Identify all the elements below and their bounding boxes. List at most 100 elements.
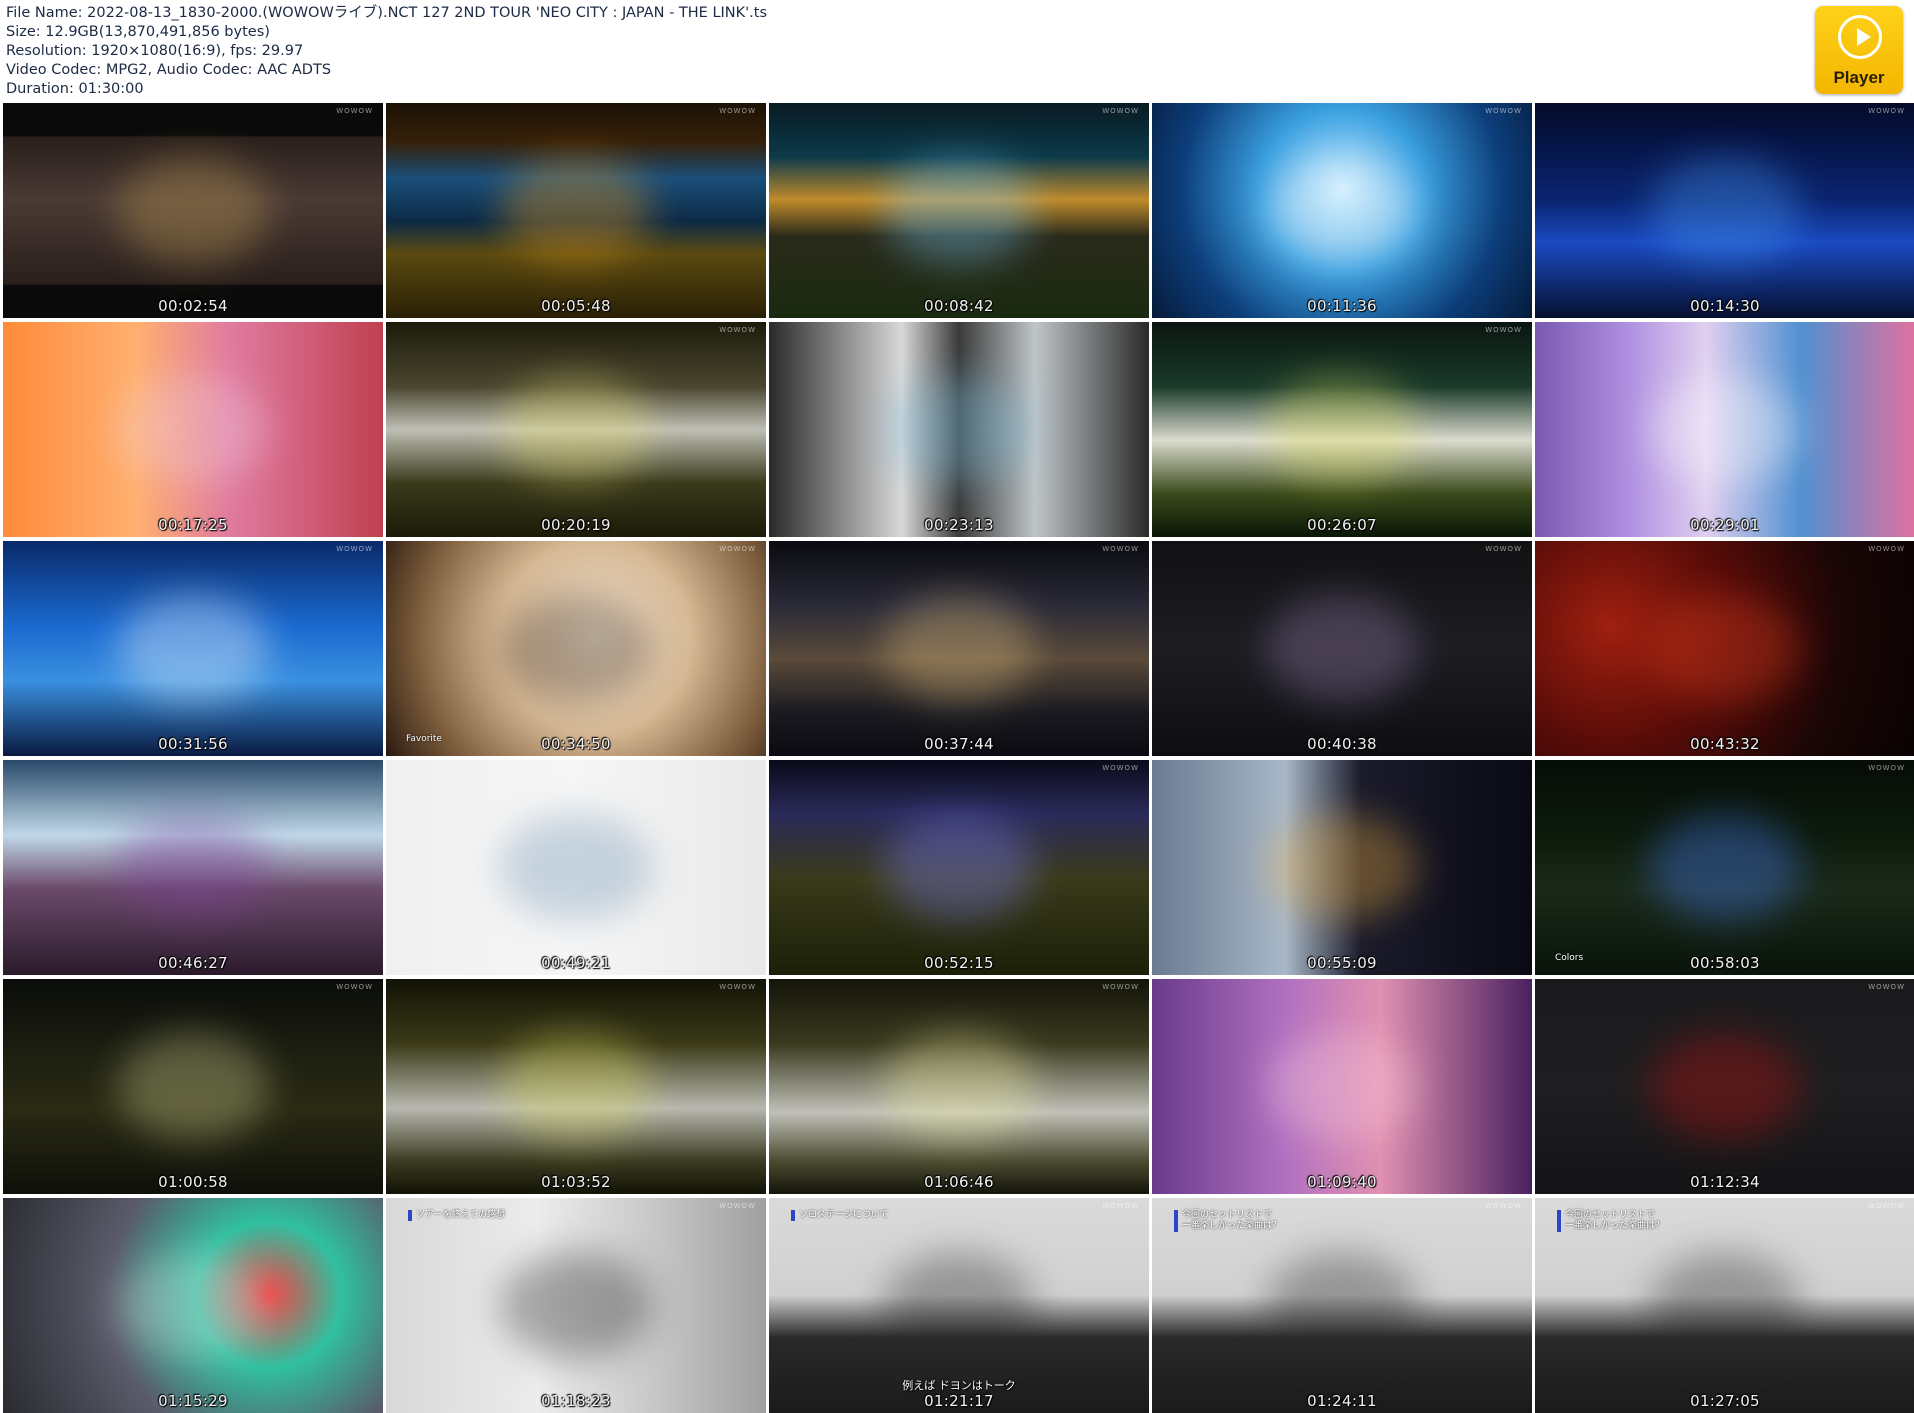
thumbnail-frame[interactable]: 00:49:21 bbox=[386, 760, 766, 975]
codec-label: Video Codec: bbox=[6, 62, 102, 78]
channel-watermark: WOWOW bbox=[1102, 764, 1139, 772]
thumbnail-highlight bbox=[1266, 813, 1418, 922]
resolution-label: Resolution: bbox=[6, 43, 87, 59]
thumbnail-highlight bbox=[117, 1032, 269, 1141]
thumbnail-frame[interactable]: 01:09:40 bbox=[1152, 979, 1532, 1194]
thumbnail-frame[interactable]: WOWOW 01:03:52 bbox=[386, 979, 766, 1194]
channel-watermark: WOWOW bbox=[336, 983, 373, 991]
channel-watermark: WOWOW bbox=[1102, 983, 1139, 991]
channel-watermark: WOWOW bbox=[1102, 1202, 1139, 1210]
thumbnail-highlight bbox=[500, 813, 652, 922]
thumbnail-frame[interactable]: WOWOW 00:08:42 bbox=[769, 103, 1149, 318]
channel-watermark: WOWOW bbox=[1868, 107, 1905, 115]
thumbnail-frame[interactable]: WOWOW 00:02:54 bbox=[3, 103, 383, 318]
thumbnail-frame[interactable]: 00:17:25 bbox=[3, 322, 383, 537]
thumbnail-timestamp: 00:29:01 bbox=[1690, 516, 1760, 534]
file-name-row: File Name: 2022-08-13_1830-2000.(WOWOWライ… bbox=[6, 4, 767, 23]
thumbnail-timestamp: 00:26:07 bbox=[1307, 516, 1377, 534]
thumbnail-frame[interactable]: 00:29:01 bbox=[1535, 322, 1914, 537]
thumbnail-timestamp: 01:15:29 bbox=[158, 1392, 228, 1410]
thumbnail-timestamp: 00:05:48 bbox=[541, 297, 611, 315]
thumbnail-frame[interactable]: WOWOW 00:43:32 bbox=[1535, 541, 1914, 756]
thumbnail-frame[interactable]: WOWOW ソロステージについて 例えば ドヨンはトーク 01:21:17 bbox=[769, 1198, 1149, 1413]
file-name-value: 2022-08-13_1830-2000.(WOWOWライブ).NCT 127 … bbox=[87, 5, 767, 21]
thumbnail-frame[interactable]: WOWOW 00:26:07 bbox=[1152, 322, 1532, 537]
thumbnail-frame[interactable]: WOWOW 00:52:15 bbox=[769, 760, 1149, 975]
thumbnail-highlight bbox=[1649, 1032, 1801, 1141]
channel-watermark: WOWOW bbox=[719, 326, 756, 334]
subtitle-text: 例えば ドヨンはトーク bbox=[902, 1379, 1016, 1392]
duration-row: Duration: 01:30:00 bbox=[6, 80, 767, 99]
thumbnail-highlight bbox=[883, 156, 1035, 265]
thumbnail-timestamp: 00:31:56 bbox=[158, 735, 228, 753]
thumbnail-frame[interactable]: WOWOW 00:31:56 bbox=[3, 541, 383, 756]
thumbnail-timestamp: 00:37:44 bbox=[924, 735, 994, 753]
thumbnail-highlight bbox=[883, 1251, 1035, 1360]
channel-watermark: WOWOW bbox=[336, 107, 373, 115]
file-name-label: File Name: bbox=[6, 5, 83, 21]
player-button[interactable]: Player bbox=[1815, 6, 1903, 94]
thumbnail-highlight bbox=[500, 1251, 652, 1360]
thumbnail-highlight bbox=[117, 375, 269, 484]
thumbnail-frame[interactable]: WOWOW 00:11:36 bbox=[1152, 103, 1532, 318]
channel-watermark: WOWOW bbox=[1868, 1202, 1905, 1210]
thumbnail-frame[interactable]: WOWOW ツアーを終えての感想 01:18:23 bbox=[386, 1198, 766, 1413]
channel-watermark: WOWOW bbox=[719, 983, 756, 991]
thumbnail-timestamp: 01:27:05 bbox=[1690, 1392, 1760, 1410]
play-circle-icon bbox=[1838, 15, 1882, 59]
size-label: Size: bbox=[6, 24, 41, 40]
interview-caption: ツアーを終えての感想 bbox=[408, 1210, 505, 1221]
thumbnail-timestamp: 01:18:23 bbox=[541, 1392, 611, 1410]
thumbnail-timestamp: 00:40:38 bbox=[1307, 735, 1377, 753]
thumbnail-frame[interactable]: WOWOW 00:05:48 bbox=[386, 103, 766, 318]
thumbnail-highlight bbox=[1266, 1251, 1418, 1360]
thumbnail-highlight bbox=[1266, 594, 1418, 703]
thumbnail-timestamp: 00:11:36 bbox=[1307, 297, 1377, 315]
thumbnail-highlight bbox=[1649, 156, 1801, 265]
thumbnail-highlight bbox=[883, 375, 1035, 484]
file-info-header: File Name: 2022-08-13_1830-2000.(WOWOWライ… bbox=[6, 4, 767, 99]
interview-caption: 今回のセットリストで 一番楽しかった楽曲は？ bbox=[1557, 1210, 1664, 1232]
thumbnail-timestamp: 00:17:25 bbox=[158, 516, 228, 534]
thumbnail-highlight bbox=[117, 594, 269, 703]
codec-row: Video Codec: MPG2, Audio Codec: AAC ADTS bbox=[6, 61, 767, 80]
thumbnail-timestamp: 00:49:21 bbox=[541, 954, 611, 972]
thumbnail-highlight bbox=[500, 156, 652, 265]
thumbnail-timestamp: 00:02:54 bbox=[158, 297, 228, 315]
thumbnail-highlight bbox=[883, 594, 1035, 703]
thumbnail-frame[interactable]: WOWOW 00:20:19 bbox=[386, 322, 766, 537]
thumbnail-timestamp: 00:34:50 bbox=[541, 735, 611, 753]
channel-watermark: WOWOW bbox=[719, 545, 756, 553]
thumbnail-highlight bbox=[500, 1032, 652, 1141]
thumbnail-highlight bbox=[1649, 594, 1801, 703]
thumbnail-frame[interactable]: WOWOW Colors 00:58:03 bbox=[1535, 760, 1914, 975]
channel-watermark: WOWOW bbox=[1485, 107, 1522, 115]
thumbnail-frame[interactable]: WOWOW 00:37:44 bbox=[769, 541, 1149, 756]
thumbnail-frame[interactable]: WOWOW 00:40:38 bbox=[1152, 541, 1532, 756]
thumbnail-timestamp: 01:09:40 bbox=[1307, 1173, 1377, 1191]
thumbnail-frame[interactable]: 00:55:09 bbox=[1152, 760, 1532, 975]
thumbnail-highlight bbox=[1266, 156, 1418, 265]
duration-label: Duration: bbox=[6, 81, 74, 97]
thumbnail-frame[interactable]: WOWOW 01:00:58 bbox=[3, 979, 383, 1194]
thumbnail-frame[interactable]: 00:46:27 bbox=[3, 760, 383, 975]
resolution-value: 1920×1080(16:9), fps: 29.97 bbox=[91, 43, 304, 59]
thumbnail-frame[interactable]: WOWOW 今回のセットリストで 一番楽しかった楽曲は？ 01:24:11 bbox=[1152, 1198, 1532, 1413]
thumbnail-frame[interactable]: WOWOW 00:14:30 bbox=[1535, 103, 1914, 318]
channel-watermark: WOWOW bbox=[1485, 326, 1522, 334]
thumbnail-highlight bbox=[883, 813, 1035, 922]
thumbnail-frame[interactable]: WOWOW 01:12:34 bbox=[1535, 979, 1914, 1194]
thumbnail-highlight bbox=[1649, 813, 1801, 922]
thumbnail-frame[interactable]: 00:23:13 bbox=[769, 322, 1149, 537]
thumbnail-frame[interactable]: WOWOW 01:06:46 bbox=[769, 979, 1149, 1194]
thumbnail-timestamp: 01:00:58 bbox=[158, 1173, 228, 1191]
duration-value: 01:30:00 bbox=[78, 81, 144, 97]
channel-watermark: WOWOW bbox=[1868, 764, 1905, 772]
thumbnail-frame[interactable]: WOWOW Favorite 00:34:50 bbox=[386, 541, 766, 756]
channel-watermark: WOWOW bbox=[1485, 545, 1522, 553]
thumbnail-frame[interactable]: 01:15:29 bbox=[3, 1198, 383, 1413]
thumbnail-frame[interactable]: WOWOW 今回のセットリストで 一番楽しかった楽曲は？ 01:27:05 bbox=[1535, 1198, 1914, 1413]
thumbnail-timestamp: 00:58:03 bbox=[1690, 954, 1760, 972]
interview-caption: ソロステージについて bbox=[791, 1210, 889, 1221]
thumbnail-timestamp: 01:12:34 bbox=[1690, 1173, 1760, 1191]
